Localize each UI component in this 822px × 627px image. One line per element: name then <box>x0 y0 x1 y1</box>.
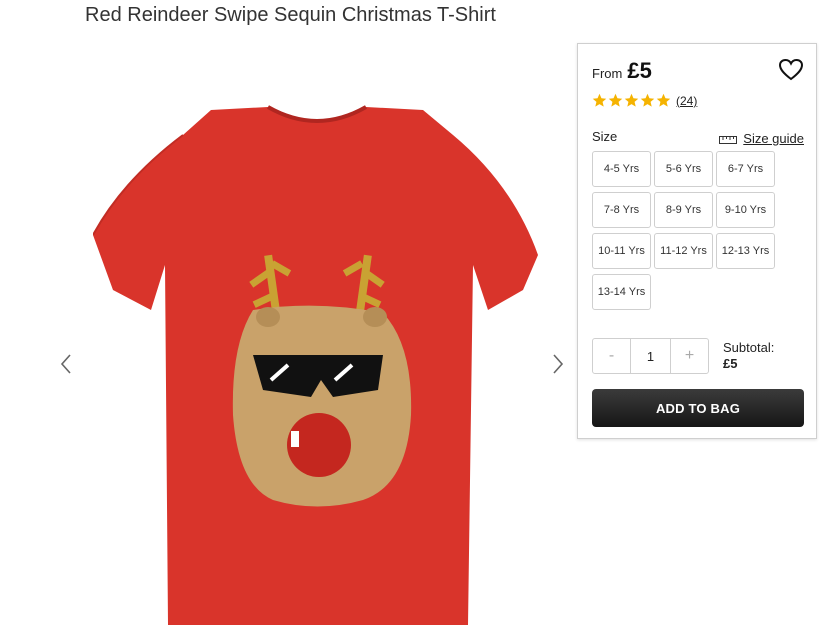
size-guide-link[interactable]: Size guide <box>719 131 804 146</box>
quantity-input[interactable] <box>630 339 671 373</box>
add-to-bag-button[interactable]: ADD TO BAG <box>592 389 804 427</box>
chevron-right-icon <box>553 354 564 374</box>
subtotal-value: £5 <box>723 356 738 371</box>
purchase-panel: From £5 (24) Size Size guide 4-5 Yrs 5-6 … <box>577 43 817 439</box>
chevron-left-icon <box>60 354 71 374</box>
size-option[interactable]: 8-9 Yrs <box>654 192 713 228</box>
quantity-decrease-button[interactable]: - <box>593 339 630 373</box>
size-option[interactable]: 7-8 Yrs <box>592 192 651 228</box>
review-count-link[interactable]: (24) <box>676 94 697 108</box>
size-option[interactable]: 13-14 Yrs <box>592 274 651 310</box>
size-options: 4-5 Yrs 5-6 Yrs 6-7 Yrs 7-8 Yrs 8-9 Yrs 9-10 … <box>592 151 782 310</box>
product-title: Red Reindeer Swipe Sequin Christmas T-Sh… <box>85 4 496 26</box>
size-option[interactable]: 10-11 Yrs <box>592 233 651 269</box>
next-image-button[interactable] <box>546 350 570 378</box>
size-option[interactable]: 5-6 Yrs <box>654 151 713 187</box>
star-icon <box>592 93 607 107</box>
product-image <box>93 105 538 625</box>
size-option[interactable]: 6-7 Yrs <box>716 151 775 187</box>
heart-icon <box>778 58 804 81</box>
prev-image-button[interactable] <box>54 350 78 378</box>
product-image-gallery <box>48 60 578 625</box>
rating-stars <box>592 93 671 108</box>
subtotal: Subtotal: £5 <box>723 340 774 372</box>
size-option[interactable]: 11-12 Yrs <box>654 233 713 269</box>
star-icon <box>624 93 639 107</box>
quantity-increase-button[interactable]: + <box>671 339 708 373</box>
size-option[interactable]: 4-5 Yrs <box>592 151 651 187</box>
product-rating: (24) <box>592 93 697 108</box>
size-option[interactable]: 9-10 Yrs <box>716 192 775 228</box>
quantity-stepper: - + <box>592 338 709 374</box>
star-icon <box>656 93 671 107</box>
wishlist-button[interactable] <box>778 58 804 82</box>
ruler-icon <box>719 135 738 144</box>
size-option[interactable]: 12-13 Yrs <box>716 233 775 269</box>
price-row: From £5 <box>592 58 652 84</box>
star-icon <box>608 93 623 107</box>
price-from-label: From <box>592 66 623 81</box>
size-label: Size <box>592 129 618 144</box>
subtotal-label: Subtotal: <box>723 340 775 355</box>
price-value: £5 <box>627 58 652 83</box>
star-icon <box>640 93 655 107</box>
size-guide-label: Size guide <box>743 131 804 146</box>
